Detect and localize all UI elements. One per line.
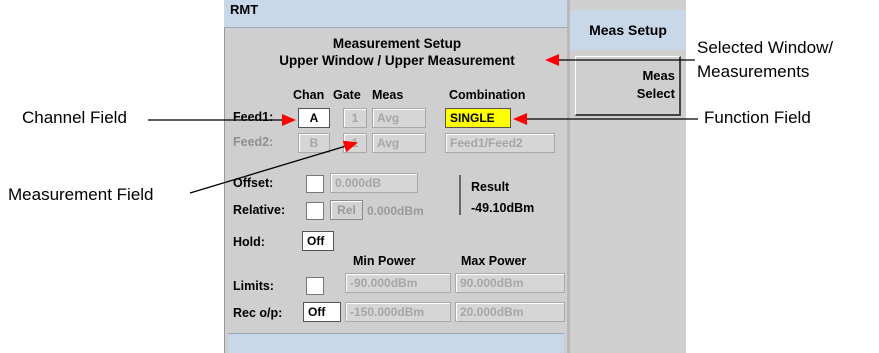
callout-arrows: [148, 54, 698, 194]
arrow-measurement-field: [189, 140, 358, 194]
